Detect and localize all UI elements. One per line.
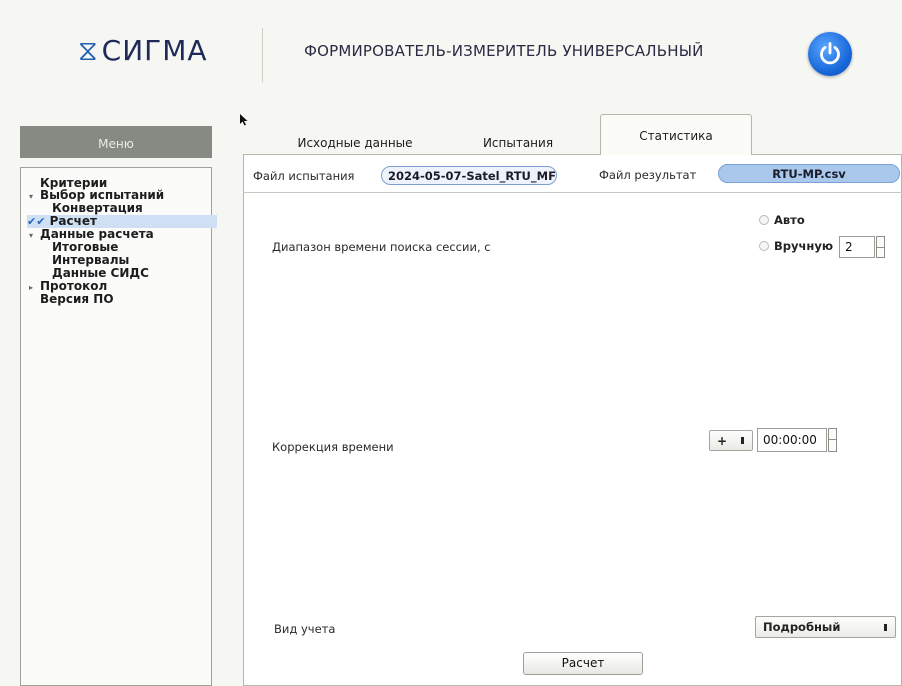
dropdown-handle-icon <box>741 437 744 444</box>
session-range-stepper[interactable] <box>876 236 885 258</box>
mouse-cursor-icon <box>240 114 248 126</box>
manual-radio-label: Вручную <box>774 239 834 253</box>
session-range-label: Диапазон времени поиска сессии, с <box>272 240 491 254</box>
expand-arrow-icon[interactable]: ▾ <box>29 190 40 203</box>
tree-item-label: Протокол <box>40 279 108 293</box>
time-correction-label: Коррекция времени <box>272 440 394 454</box>
result-file-field[interactable]: RTU-MP.csv <box>718 164 900 183</box>
accounting-type-label: Вид учета <box>274 622 336 636</box>
menu-header[interactable]: Меню <box>20 126 212 158</box>
tab-source-data[interactable]: Исходные данные <box>290 128 420 156</box>
time-correction-input[interactable]: 00:00:00 <box>757 428 827 452</box>
auto-radio-label: Авто <box>774 213 805 227</box>
tab-tests[interactable]: Испытания <box>468 128 568 156</box>
auto-radio[interactable]: Авто <box>759 213 805 227</box>
accounting-type-select[interactable]: Подробный <box>755 616 896 638</box>
manual-radio[interactable]: Вручную <box>759 239 833 253</box>
tree-item-label: Расчет <box>49 214 97 228</box>
result-file-label: Файл результат <box>599 168 697 182</box>
logo: ⧖ СИГМА <box>78 34 208 67</box>
statistics-panel <box>243 154 902 686</box>
accounting-type-value: Подробный <box>763 620 841 634</box>
tree-item-label: Данные СИДС <box>52 266 149 280</box>
test-file-label: Файл испытания <box>253 169 355 183</box>
app-title: ФОРМИРОВАТЕЛЬ-ИЗМЕРИТЕЛЬ УНИВЕРСАЛЬНЫЙ <box>304 42 704 60</box>
time-sign-select[interactable]: + <box>709 430 753 451</box>
tree-item-label: Конвертация <box>52 201 143 215</box>
time-sign-value: + <box>717 434 728 448</box>
tree-item-label: Интервалы <box>52 253 130 267</box>
tree-item-label: Итоговые <box>52 240 119 254</box>
tree-item-label: Версия ПО <box>40 292 114 306</box>
tree-item-software-version[interactable]: Версия ПО <box>40 293 114 306</box>
collapse-arrow-icon[interactable]: ▸ <box>29 281 40 294</box>
power-icon <box>820 42 840 65</box>
tree-item-label: Выбор испытаний <box>40 188 165 202</box>
radio-dot <box>759 215 769 225</box>
header-divider <box>262 28 263 82</box>
calculate-button[interactable]: Расчет <box>523 652 643 675</box>
test-file-field[interactable]: 2024-05-07-Satel_RTU_MF <box>381 166 557 185</box>
power-button[interactable] <box>808 32 852 76</box>
radio-dot <box>759 241 769 251</box>
dropdown-handle-icon <box>884 624 887 631</box>
tab-statistics[interactable]: Статистика <box>600 114 752 155</box>
tree-item-label: Данные расчета <box>40 227 154 241</box>
expand-arrow-icon[interactable]: ▾ <box>29 229 40 242</box>
logo-text: СИГМА <box>101 34 208 67</box>
time-correction-stepper[interactable] <box>828 428 837 452</box>
hourglass-sigma-icon: ⧖ <box>78 33 98 67</box>
session-range-input[interactable]: 2 <box>839 236 875 258</box>
menu-tree: Критерии ▾ Выбор испытаний Конвертация ✔✔… <box>20 167 217 686</box>
